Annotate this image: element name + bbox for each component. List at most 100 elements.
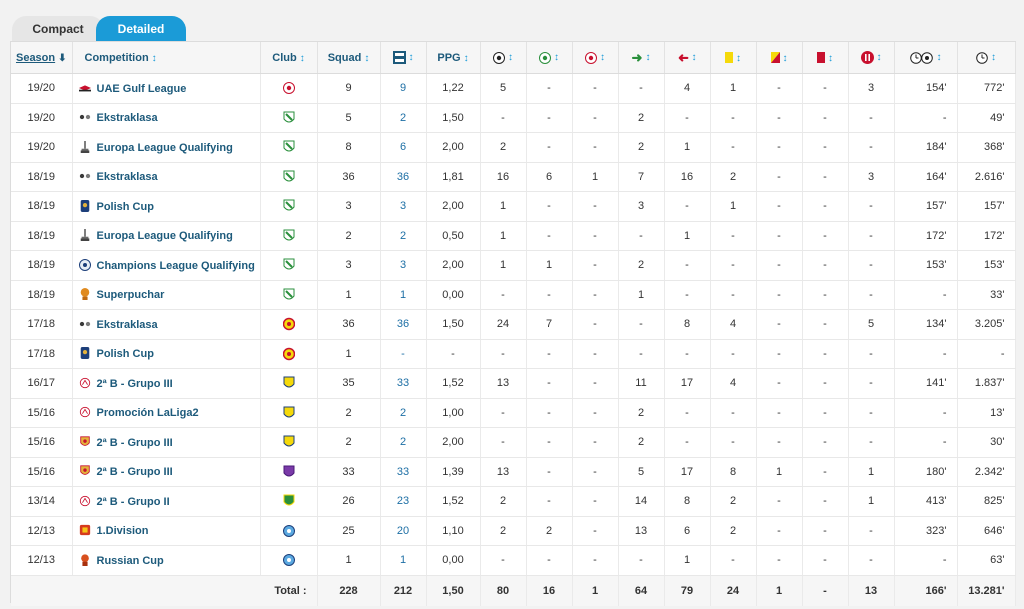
club-cell[interactable] (260, 427, 318, 458)
appearances-link[interactable]: 2 (380, 398, 427, 428)
legia-crest-icon[interactable] (283, 229, 295, 243)
appearances-link[interactable]: 2 (380, 427, 427, 458)
legia-crest-icon[interactable] (283, 258, 295, 272)
villarreal-crest-icon[interactable] (283, 376, 295, 390)
header-own-goals[interactable]: ↕ (572, 42, 619, 74)
competition-link[interactable]: Superpuchar (72, 280, 261, 310)
competition-link[interactable]: Europa League Qualifying (72, 221, 261, 251)
season-cell: 19/20 (11, 132, 73, 163)
club-crest-blue-icon[interactable] (282, 553, 295, 567)
villarreal-crest-icon[interactable] (283, 435, 295, 449)
legia-crest-icon[interactable] (283, 170, 295, 184)
appearances-link[interactable]: 20 (380, 516, 427, 546)
header-assists[interactable]: ↕ (526, 42, 573, 74)
club-cell[interactable] (260, 486, 318, 517)
header-yellow-card[interactable]: ↕ (710, 42, 757, 74)
competition-link[interactable]: 2ª B - Grupo III (72, 368, 261, 399)
club-cell[interactable] (260, 398, 318, 428)
own-goals-cell: 1 (572, 162, 619, 192)
header-minutes-per-goal[interactable]: ↕ (894, 42, 958, 74)
header-substituted-off[interactable]: ➜ ↕ (664, 42, 711, 74)
appearances-link[interactable]: 23 (380, 486, 427, 517)
yellow-cell: - (710, 545, 757, 576)
appearances-link[interactable]: 36 (380, 309, 427, 340)
club-cell[interactable] (260, 103, 318, 133)
eldense-crest-icon[interactable] (283, 465, 295, 479)
club-crest-blue-icon[interactable] (282, 524, 295, 538)
club-cell[interactable] (260, 132, 318, 163)
appearances-link[interactable]: 6 (380, 132, 427, 163)
tab-compact[interactable]: Compact (12, 16, 104, 41)
header-penalty-goals[interactable]: ↕ (848, 42, 895, 74)
rfef-icon (79, 436, 91, 448)
club-crest-green-icon[interactable] (283, 494, 295, 508)
header-club[interactable]: Club ↕ (260, 42, 318, 74)
red-cell: - (802, 486, 849, 517)
club-cell[interactable] (260, 339, 318, 369)
club-cell[interactable] (260, 191, 318, 222)
min-per-goal-cell: 134' (894, 309, 958, 340)
appearances-link[interactable]: 2 (380, 221, 427, 251)
season-cell: 12/13 (11, 516, 73, 546)
header-appearances[interactable]: ↕ (380, 42, 427, 74)
appearances-link[interactable]: 3 (380, 191, 427, 222)
competition-link[interactable]: Polish Cup (72, 191, 261, 222)
competition-link[interactable]: Ekstraklasa (72, 309, 261, 340)
club-cell[interactable] (260, 250, 318, 281)
club-cell[interactable] (260, 516, 318, 546)
header-substituted-on[interactable]: ➜ ↕ (618, 42, 665, 74)
legia-crest-icon[interactable] (283, 199, 295, 213)
appearances-link[interactable]: 1 (380, 280, 427, 310)
competition-link[interactable]: 1.Division (72, 516, 261, 546)
header-second-yellow[interactable]: ↕ (756, 42, 803, 74)
competition-link[interactable]: Champions League Qualifying (72, 250, 261, 281)
appearances-link[interactable]: 36 (380, 162, 427, 192)
squad-cell: 36 (317, 162, 381, 192)
appearances-link[interactable]: 3 (380, 250, 427, 281)
appearances-link[interactable]: 9 (380, 73, 427, 104)
competition-link[interactable]: UAE Gulf League (72, 73, 261, 104)
header-minutes-played[interactable]: ↕ (957, 42, 1016, 74)
appearances-link[interactable]: 33 (380, 457, 427, 487)
club-cell[interactable] (260, 280, 318, 310)
legia-crest-icon[interactable] (283, 111, 295, 125)
jagiellonia-crest-icon[interactable] (282, 317, 295, 331)
competition-link[interactable]: Polish Cup (72, 339, 261, 369)
club-cell[interactable] (260, 457, 318, 487)
club-cell[interactable] (260, 368, 318, 399)
header-red-card[interactable]: ↕ (802, 42, 849, 74)
appearances-link[interactable]: 33 (380, 368, 427, 399)
header-goals[interactable]: ↕ (480, 42, 527, 74)
goals-icon (493, 51, 505, 64)
appearances-link[interactable]: 2 (380, 103, 427, 133)
club-cell[interactable] (260, 73, 318, 104)
competition-link[interactable]: 2ª B - Grupo III (72, 427, 261, 458)
own-goals-cell: - (572, 280, 619, 310)
competition-link[interactable]: Europa League Qualifying (72, 132, 261, 163)
competition-link[interactable]: Russian Cup (72, 545, 261, 576)
season-cell: 15/16 (11, 398, 73, 428)
header-competition[interactable]: Competition ↕ (72, 42, 261, 74)
appearances-link[interactable]: 1 (380, 545, 427, 576)
jagiellonia-crest-icon[interactable] (282, 347, 295, 361)
club-cell[interactable] (260, 162, 318, 192)
club-crest-icon[interactable] (282, 81, 295, 95)
competition-link[interactable]: Ekstraklasa (72, 103, 261, 133)
club-cell[interactable] (260, 221, 318, 251)
club-cell[interactable] (260, 545, 318, 576)
club-cell[interactable] (260, 309, 318, 340)
competition-link[interactable]: Promoción LaLiga2 (72, 398, 261, 428)
header-squad[interactable]: Squad ↕ (317, 42, 381, 74)
legia-crest-icon[interactable] (283, 140, 295, 154)
legia-crest-icon[interactable] (283, 288, 295, 302)
sort-icon: ↕ (991, 52, 996, 64)
appearances-link[interactable]: - (380, 339, 427, 369)
header-season[interactable]: Season ⬇ (11, 42, 73, 74)
villarreal-crest-icon[interactable] (283, 406, 295, 420)
tab-detailed[interactable]: Detailed (96, 16, 186, 41)
competition-link[interactable]: 2ª B - Grupo II (72, 486, 261, 517)
header-ppg[interactable]: PPG ↕ (426, 42, 481, 74)
competition-link[interactable]: 2ª B - Grupo III (72, 457, 261, 487)
competition-link[interactable]: Ekstraklasa (72, 162, 261, 192)
season-cell: 17/18 (11, 339, 73, 369)
